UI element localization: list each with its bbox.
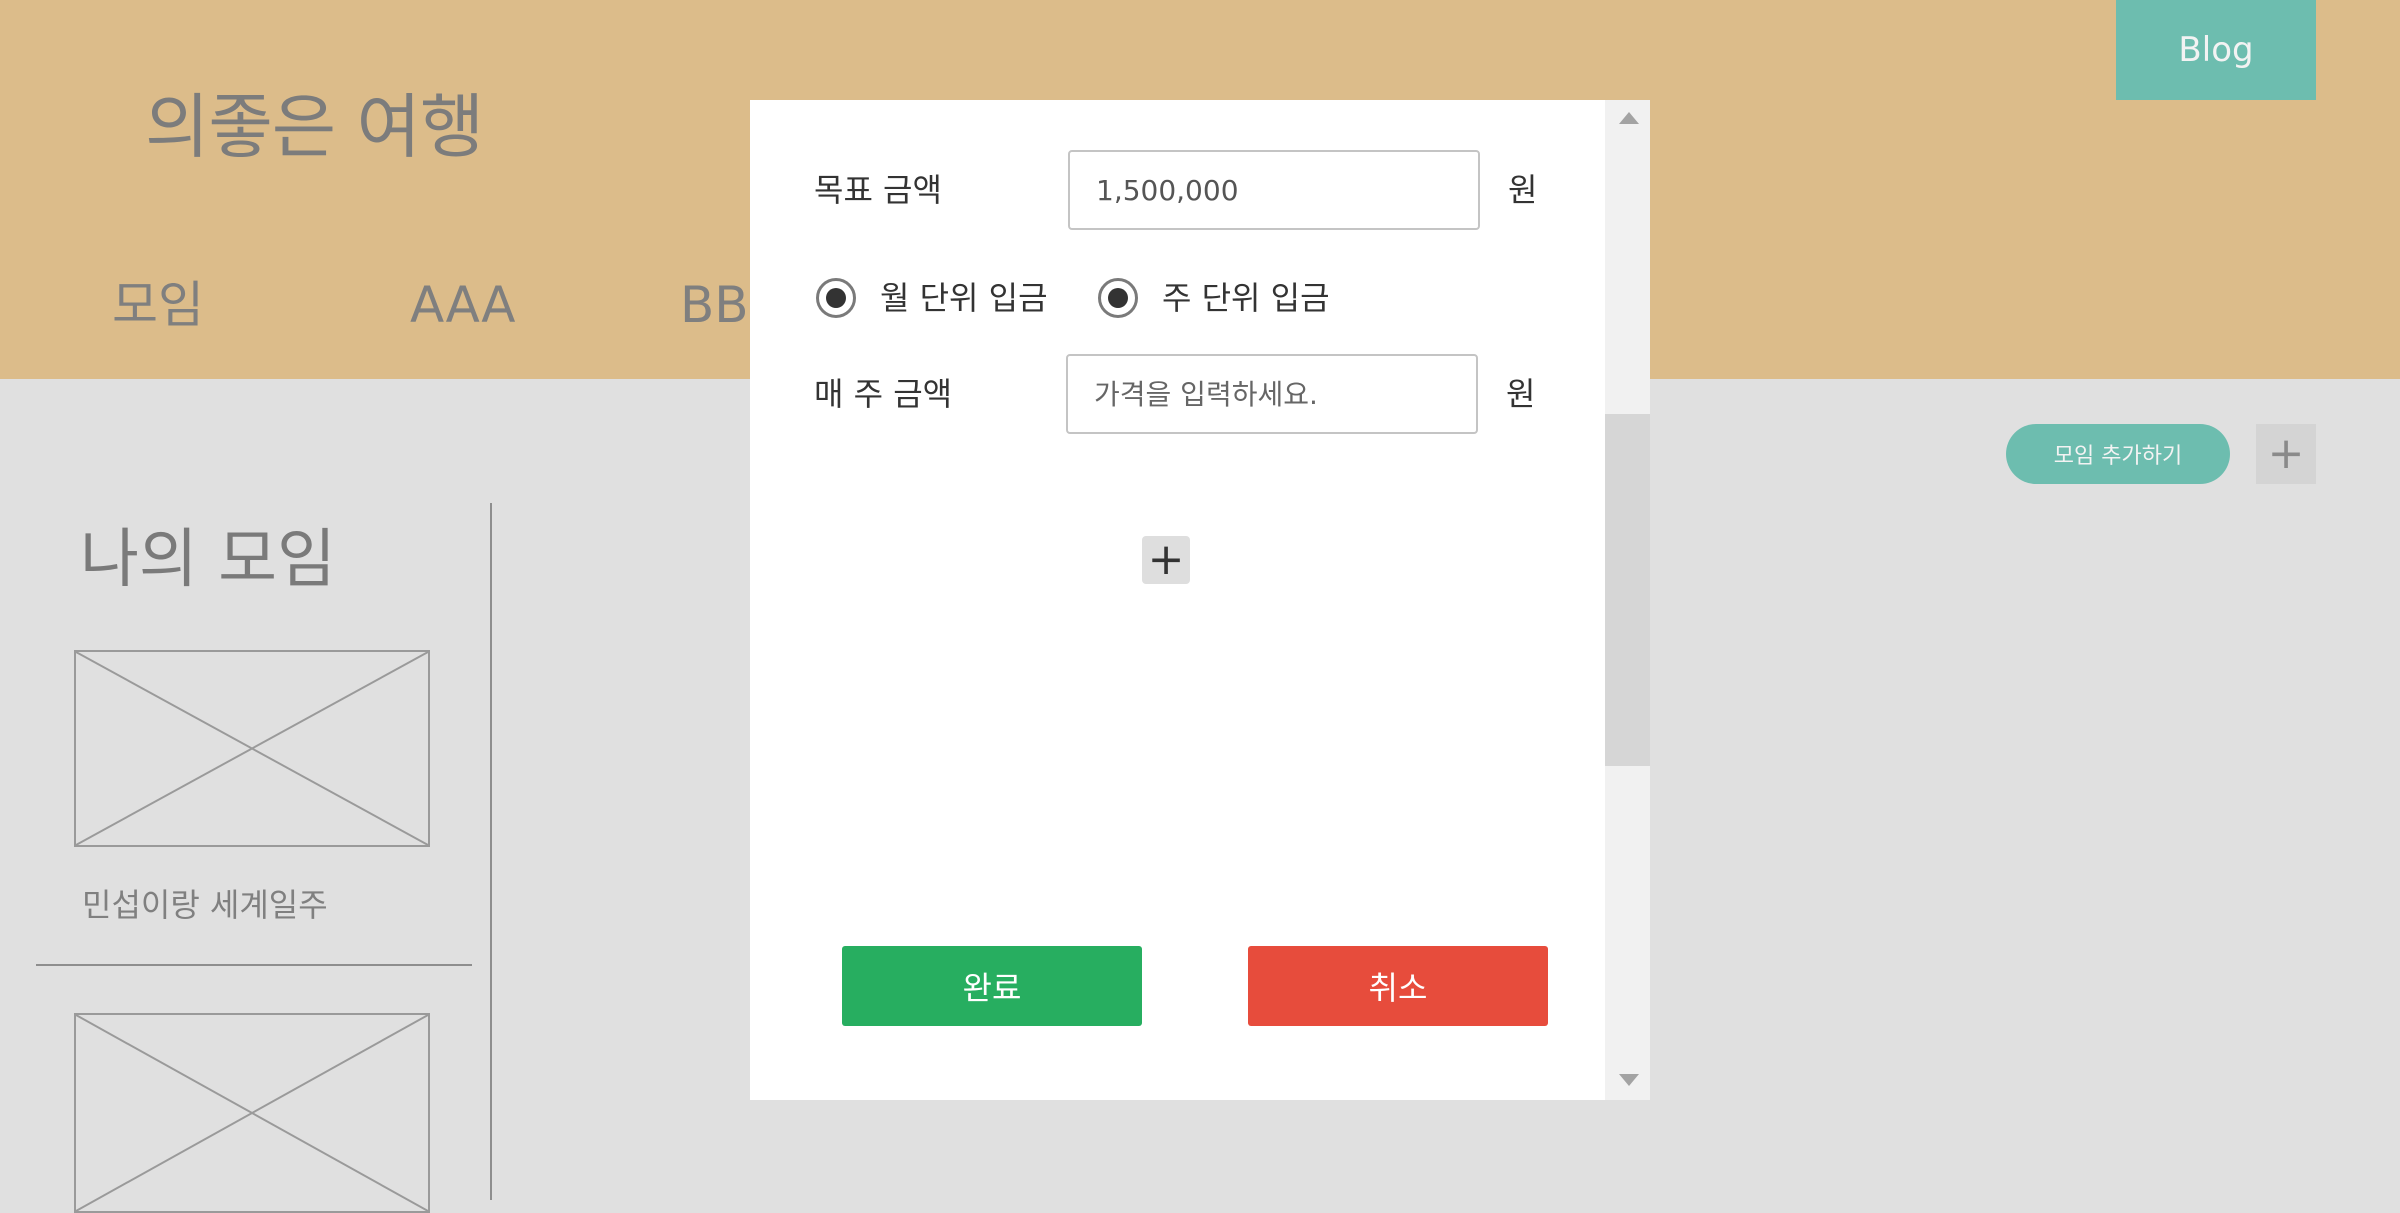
currency-unit-label: 원	[1508, 171, 1538, 209]
list-divider	[36, 964, 472, 966]
image-placeholder-icon	[76, 652, 428, 845]
plus-icon: +	[1147, 534, 1185, 585]
group-image-placeholder[interactable]	[74, 1013, 430, 1213]
modal-scrollbar[interactable]	[1605, 100, 1650, 1100]
savings-goal-modal: 목표 금액 원 월 단위 입금 주 단위 입금 매 주 금액 원 + 완료 취소	[750, 100, 1650, 1100]
image-placeholder-icon	[76, 1015, 428, 1211]
add-row-button[interactable]: +	[1142, 536, 1190, 584]
site-title[interactable]: 의좋은 여행	[145, 92, 484, 162]
group-caption[interactable]: 민섭이랑 세계일주	[82, 880, 328, 926]
group-image-placeholder[interactable]	[74, 650, 430, 847]
target-amount-input[interactable]	[1068, 150, 1480, 230]
cancel-button[interactable]: 취소	[1248, 946, 1548, 1026]
scroll-down-icon[interactable]	[1619, 1074, 1639, 1086]
plus-icon: +	[2267, 428, 2305, 479]
target-amount-label: 목표 금액	[814, 171, 942, 209]
confirm-button[interactable]: 완료	[842, 946, 1142, 1026]
currency-unit-label: 원	[1506, 375, 1536, 413]
weekly-amount-label: 매 주 금액	[814, 375, 953, 413]
radio-weekly-label[interactable]: 주 단위 입금	[1162, 282, 1330, 314]
add-button[interactable]: +	[2256, 424, 2316, 484]
sidebar-divider	[490, 503, 492, 1200]
radio-monthly-label[interactable]: 월 단위 입금	[880, 282, 1048, 314]
radio-weekly[interactable]	[1098, 278, 1138, 318]
scroll-thumb[interactable]	[1605, 414, 1650, 766]
nav-item-meetings[interactable]: 모임	[112, 280, 204, 330]
radio-monthly[interactable]	[816, 278, 856, 318]
add-group-button[interactable]: 모임 추가하기	[2006, 424, 2230, 484]
blog-button[interactable]: Blog	[2116, 0, 2316, 100]
nav-item-aaa[interactable]: AAA	[410, 280, 515, 330]
weekly-amount-input[interactable]	[1066, 354, 1478, 434]
section-title: 나의 모임	[80, 523, 336, 597]
scroll-up-icon[interactable]	[1619, 112, 1639, 124]
